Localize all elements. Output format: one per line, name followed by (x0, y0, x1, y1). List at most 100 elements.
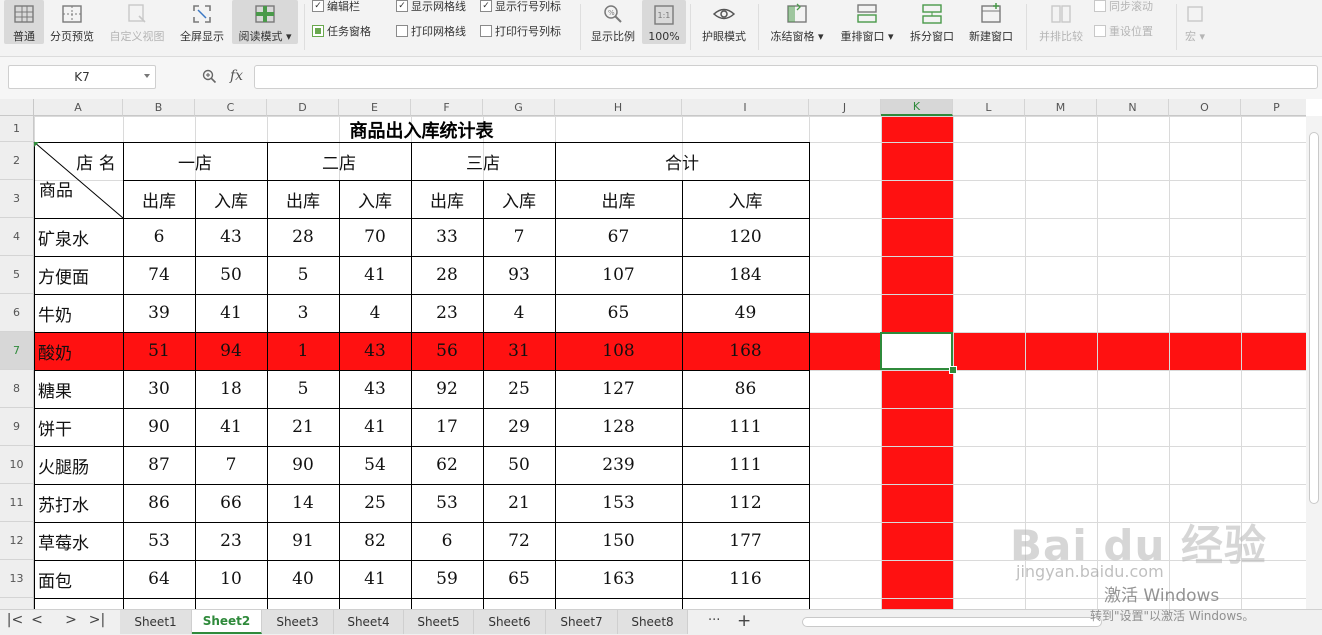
checkbox-checked-icon[interactable]: ✓ (312, 0, 324, 12)
data-cell[interactable]: 92 (411, 370, 483, 408)
data-cell[interactable]: 108 (555, 332, 682, 370)
store-header[interactable]: 三店 (411, 142, 555, 180)
sub-header[interactable]: 出库 (555, 180, 682, 218)
data-cell[interactable]: 25 (483, 370, 555, 408)
ribbon-button-2[interactable]: 自定义视图 (102, 0, 172, 44)
sheet-tab-sheet2[interactable]: Sheet2 (192, 610, 262, 634)
row-header-13[interactable]: 13 (0, 560, 34, 598)
data-cell[interactable]: 82 (339, 522, 411, 560)
data-cell[interactable]: 41 (339, 408, 411, 446)
checkbox-checked-icon[interactable] (312, 25, 324, 37)
data-cell[interactable]: 6 (411, 522, 483, 560)
zoom-formula-icon[interactable] (202, 69, 217, 88)
product-name[interactable]: 糖果 (34, 370, 123, 408)
data-cell[interactable]: 6 (123, 218, 195, 256)
data-cell[interactable]: 67 (555, 218, 682, 256)
column-header-O[interactable]: O (1169, 99, 1241, 116)
ribbon-small-button-0[interactable]: 同步滚动 (1094, 0, 1153, 14)
sheet-tab-sheet4[interactable]: Sheet4 (334, 610, 404, 634)
data-cell[interactable]: 43 (339, 332, 411, 370)
select-all-corner[interactable] (0, 99, 34, 116)
sub-header[interactable]: 入库 (339, 180, 411, 218)
sheet-tab-sheet8[interactable]: Sheet8 (618, 610, 688, 634)
row-header-3[interactable]: 3 (0, 180, 34, 218)
checkbox-4[interactable]: ✓ 显示行号列标 (480, 0, 561, 14)
ribbon-button-10[interactable]: 拆分窗口 (904, 0, 960, 44)
data-cell[interactable]: 17 (411, 408, 483, 446)
checkbox-checked-icon[interactable]: ✓ (396, 0, 408, 12)
checkbox-1[interactable]: 任务窗格 (312, 23, 371, 39)
more-sheets-button[interactable]: ··· (708, 613, 720, 628)
insert-function-icon[interactable]: fx (230, 68, 243, 84)
ribbon-button-12[interactable]: 并排比较 (1032, 0, 1090, 44)
data-cell[interactable]: 111 (682, 446, 809, 484)
data-cell[interactable]: 49 (682, 294, 809, 332)
ribbon-button-8[interactable]: 冻结窗格 ▾ (764, 0, 830, 44)
data-cell[interactable]: 50 (483, 446, 555, 484)
row-header-8[interactable]: 8 (0, 370, 34, 408)
product-name[interactable]: 苏打水 (34, 484, 123, 522)
column-header-L[interactable]: L (953, 99, 1025, 116)
active-cell-K7[interactable] (880, 332, 953, 370)
data-cell[interactable]: 30 (123, 370, 195, 408)
store-header[interactable]: 一店 (123, 142, 267, 180)
sub-header[interactable]: 入库 (682, 180, 809, 218)
data-cell[interactable]: 127 (555, 370, 682, 408)
sub-header[interactable]: 出库 (411, 180, 483, 218)
data-cell[interactable]: 65 (483, 560, 555, 598)
prev-sheet-icon[interactable]: < (26, 612, 48, 628)
data-cell[interactable]: 41 (339, 560, 411, 598)
column-header-G[interactable]: G (483, 99, 555, 116)
data-cell[interactable]: 163 (555, 560, 682, 598)
column-header-F[interactable]: F (411, 99, 483, 116)
data-cell[interactable]: 59 (411, 560, 483, 598)
data-cell[interactable]: 150 (555, 522, 682, 560)
row-header-1[interactable]: 1 (0, 116, 34, 142)
column-header-D[interactable]: D (267, 99, 339, 116)
product-name[interactable]: 牛奶 (34, 294, 123, 332)
data-cell[interactable]: 153 (555, 484, 682, 522)
data-cell[interactable]: 21 (267, 408, 339, 446)
add-sheet-button[interactable]: + (737, 611, 751, 631)
data-cell[interactable]: 25 (339, 484, 411, 522)
data-cell[interactable]: 5 (267, 256, 339, 294)
column-header-C[interactable]: C (195, 99, 267, 116)
vertical-scrollbar[interactable] (1306, 116, 1322, 610)
row-header-9[interactable]: 9 (0, 408, 34, 446)
row-header-7[interactable]: 7 (0, 332, 34, 370)
data-cell[interactable]: 7 (195, 446, 267, 484)
data-cell[interactable]: 1 (267, 332, 339, 370)
ribbon-button-0[interactable]: 普通 (4, 0, 44, 44)
last-sheet-icon[interactable]: >| (86, 612, 108, 628)
row-header-6[interactable]: 6 (0, 294, 34, 332)
data-cell[interactable]: 74 (123, 256, 195, 294)
data-cell[interactable]: 28 (267, 218, 339, 256)
ribbon-button-9[interactable]: 重排窗口 ▾ (834, 0, 900, 44)
ribbon-button-3[interactable]: 全屏显示 (174, 0, 230, 44)
data-cell[interactable]: 120 (682, 218, 809, 256)
next-sheet-icon[interactable]: > (60, 612, 82, 628)
column-header-K[interactable]: K (881, 99, 953, 116)
sub-header[interactable]: 入库 (483, 180, 555, 218)
row-header-12[interactable]: 12 (0, 522, 34, 560)
data-cell[interactable]: 41 (195, 294, 267, 332)
data-cell[interactable]: 91 (267, 522, 339, 560)
sheet-tab-sheet5[interactable]: Sheet5 (404, 610, 474, 634)
data-cell[interactable]: 40 (267, 560, 339, 598)
sub-header[interactable]: 出库 (267, 180, 339, 218)
data-cell[interactable]: 23 (195, 522, 267, 560)
corner-label-product[interactable]: 商品 (36, 174, 76, 202)
spreadsheet-grid[interactable]: ABCDEFGHIJKLMNOP1234567891011121314商品出入库… (0, 99, 1306, 609)
row-header-14[interactable]: 14 (0, 598, 34, 609)
data-cell[interactable]: 28 (411, 256, 483, 294)
column-header-A[interactable]: A (34, 99, 123, 116)
data-cell[interactable]: 14 (267, 484, 339, 522)
data-cell[interactable]: 54 (339, 446, 411, 484)
data-cell[interactable]: 86 (123, 484, 195, 522)
column-header-P[interactable]: P (1241, 99, 1306, 116)
data-cell[interactable]: 43 (339, 370, 411, 408)
column-header-M[interactable]: M (1025, 99, 1097, 116)
data-cell[interactable]: 56 (411, 332, 483, 370)
data-cell[interactable]: 5 (267, 370, 339, 408)
chevron-down-icon[interactable] (144, 74, 150, 78)
